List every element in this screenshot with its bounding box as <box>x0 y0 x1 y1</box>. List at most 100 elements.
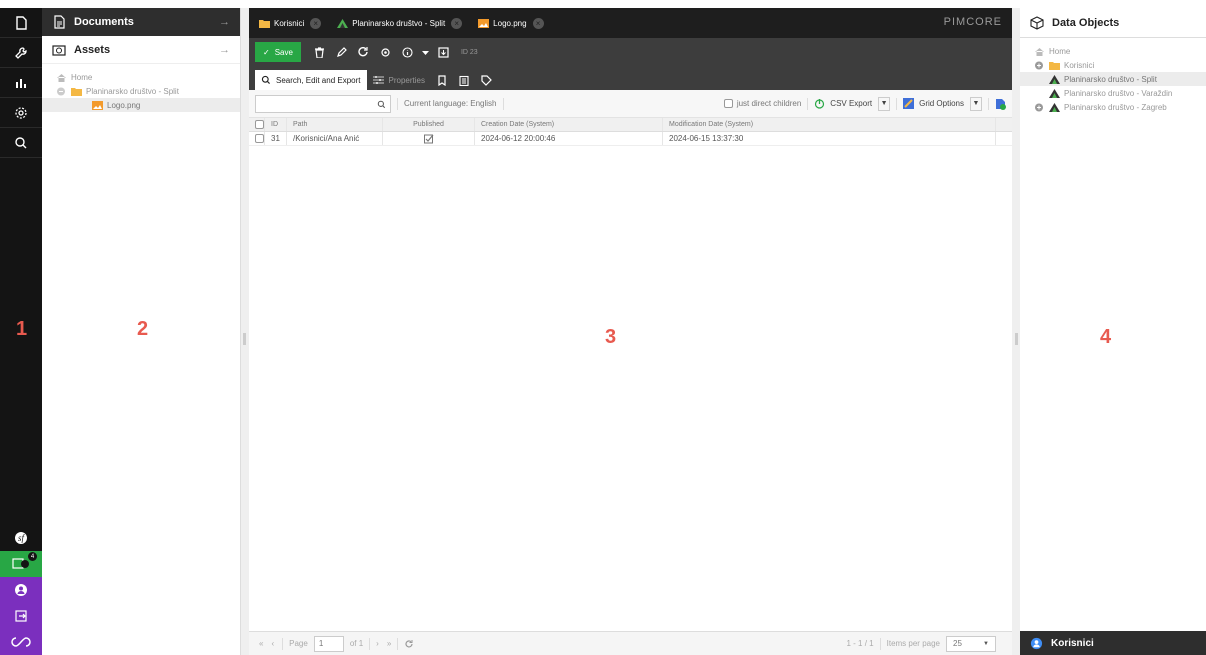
settings-nav-item[interactable] <box>0 98 42 128</box>
camera-icon <box>52 44 66 56</box>
korisnici-panel-header[interactable]: Korisnici <box>1020 631 1206 655</box>
bookmark-icon <box>438 74 446 86</box>
assets-tree: Home Planinarsko društvo - Split Logo.pn… <box>42 64 240 112</box>
analytics-nav-item[interactable] <box>0 68 42 98</box>
close-icon[interactable]: × <box>532 17 544 29</box>
document-nav-item[interactable] <box>0 8 42 38</box>
tree-home[interactable]: Home <box>1020 44 1206 58</box>
cell-published <box>383 132 475 145</box>
pimcore-home-item[interactable] <box>0 629 42 655</box>
tools-nav-item[interactable] <box>0 38 42 68</box>
editor-toolbar: ✓ Save ID 23 <box>249 38 1012 66</box>
first-page-icon[interactable]: « <box>259 639 263 648</box>
pimcore-logo-icon <box>11 637 31 647</box>
save-button[interactable]: ✓ Save <box>255 42 301 62</box>
next-page-icon[interactable]: › <box>376 639 379 648</box>
rename-button[interactable] <box>331 42 353 62</box>
direct-children-checkbox[interactable] <box>723 99 733 108</box>
range-label: 1 - 1 / 1 <box>846 639 874 648</box>
cube-icon <box>1030 15 1044 30</box>
grid-toolbar-right: just direct children CSV Export ▼ Grid O… <box>723 96 1006 111</box>
arrow-right-icon[interactable]: → <box>219 44 230 56</box>
tree-item[interactable]: Planinarsko društvo - Varaždin <box>1020 86 1206 100</box>
tree-folder[interactable]: Planinarsko društvo - Split <box>42 84 240 98</box>
grid-pager: « ‹ Page 1 of 1 › » 1 - 1 / 1 Items per … <box>249 631 1012 655</box>
items-per-page-label: Items per page <box>886 639 940 648</box>
expand-icon[interactable] <box>1034 103 1045 112</box>
tab-dependencies[interactable] <box>431 70 453 90</box>
download-box-icon <box>438 46 450 58</box>
korisnici-label: Korisnici <box>1051 637 1094 649</box>
column-path[interactable]: Path <box>287 118 383 131</box>
close-icon[interactable]: × <box>451 17 463 29</box>
refresh-icon[interactable] <box>404 639 414 649</box>
column-id[interactable]: ID <box>265 118 287 131</box>
tree-home[interactable]: Home <box>42 70 240 84</box>
grid-search-input[interactable] <box>255 94 391 113</box>
direct-children-label: just direct children <box>736 99 802 108</box>
expand-icon[interactable] <box>1034 61 1045 70</box>
symfony-nav-item[interactable]: sf <box>0 525 42 551</box>
prev-page-icon[interactable]: ‹ <box>271 639 274 648</box>
select-all-cell[interactable] <box>249 118 265 131</box>
close-icon[interactable]: × <box>310 17 322 29</box>
object-subtabs: Search, Edit and Export Properties <box>249 66 1012 90</box>
tab-search-edit-export[interactable]: Search, Edit and Export <box>255 70 367 90</box>
mountain-icon <box>1049 74 1060 84</box>
current-language: Current language: English <box>404 99 497 108</box>
info-dropdown[interactable] <box>419 42 433 62</box>
documents-header[interactable]: Documents → <box>42 8 240 36</box>
left-splitter[interactable] <box>241 8 249 655</box>
tree-item[interactable]: Planinarsko društvo - Zagreb <box>1020 100 1206 114</box>
tree-item[interactable]: Planinarsko društvo - Split <box>1020 72 1206 86</box>
page-input[interactable]: 1 <box>313 635 344 652</box>
check-icon: ✓ <box>263 47 270 57</box>
csv-export-dropdown[interactable]: ▼ <box>878 96 891 111</box>
table-row[interactable]: 31 /Korisnici/Ana Anić 2024-06-12 20:00:… <box>249 132 1012 146</box>
tree-file-label: Logo.png <box>107 100 141 110</box>
folder-icon <box>71 87 82 96</box>
column-creation-date[interactable]: Creation Date (System) <box>475 118 663 131</box>
assets-label: Assets <box>74 43 111 56</box>
data-objects-header[interactable]: Data Objects <box>1020 8 1206 38</box>
grid-options-dropdown[interactable]: ▼ <box>970 96 982 111</box>
panel-number-3: 3 <box>605 326 617 348</box>
save-version-button[interactable] <box>433 42 455 62</box>
tree-item-label: Planinarsko društvo - Split <box>1064 74 1157 84</box>
arrow-right-icon[interactable]: → <box>219 16 230 28</box>
csv-export-button[interactable]: CSV Export <box>814 98 872 109</box>
grid-options-button[interactable]: Grid Options <box>903 98 964 109</box>
last-page-icon[interactable]: » <box>387 639 391 648</box>
tab-properties[interactable]: Properties <box>367 70 431 90</box>
collapse-icon[interactable] <box>56 87 67 96</box>
tab-korisnici[interactable]: Korisnici × <box>253 12 327 34</box>
cell-modification-date: 2024-06-15 13:37:30 <box>663 132 996 145</box>
logout-nav-item[interactable] <box>0 603 42 629</box>
user-nav-item[interactable] <box>0 577 42 603</box>
right-splitter[interactable] <box>1012 8 1020 655</box>
row-checkbox[interactable] <box>249 132 265 145</box>
tab-logo[interactable]: Logo.png × <box>472 12 549 34</box>
document-icon <box>54 15 65 29</box>
delete-button[interactable] <box>309 42 331 62</box>
column-modification-date[interactable]: Modification Date (System) <box>663 118 996 131</box>
tab-notes[interactable] <box>453 70 475 90</box>
column-published[interactable]: Published <box>383 118 475 131</box>
pencil-icon <box>337 46 348 57</box>
assets-header[interactable]: Assets → <box>42 36 240 64</box>
search-nav-item[interactable] <box>0 128 42 158</box>
locate-button[interactable] <box>375 42 397 62</box>
add-to-grid-icon[interactable] <box>995 98 1006 110</box>
reload-button[interactable] <box>353 42 375 62</box>
mountain-icon <box>337 18 349 28</box>
tree-file[interactable]: Logo.png <box>42 98 240 112</box>
data-objects-tree: Home Korisnici Planinarsko društvo - Spl… <box>1020 38 1206 114</box>
tree-folder-korisnici[interactable]: Korisnici <box>1020 58 1206 72</box>
info-button[interactable] <box>397 42 419 62</box>
grid-header: ID Path Published Creation Date (System)… <box>249 118 1012 132</box>
items-per-page-select[interactable]: 25 ▼ <box>946 635 996 652</box>
tab-planinarsko-split[interactable]: Planinarsko društvo - Split × <box>331 12 468 34</box>
tab-tags[interactable] <box>475 70 498 90</box>
folder-icon <box>259 19 270 28</box>
cell-id: 31 <box>265 132 287 145</box>
